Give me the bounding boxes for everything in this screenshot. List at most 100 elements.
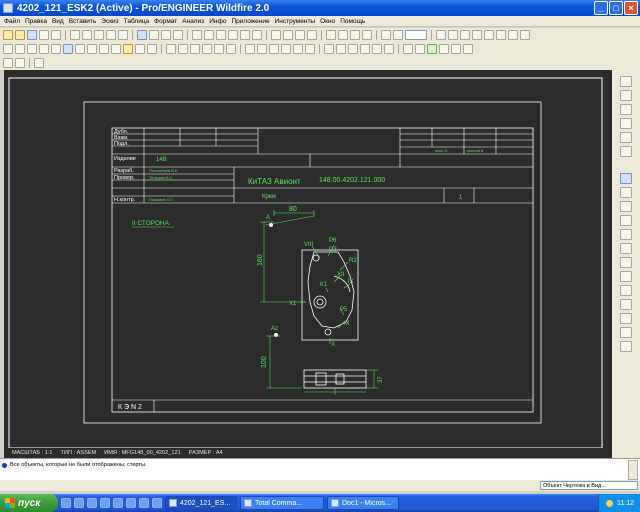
move-icon[interactable] — [15, 44, 25, 54]
balloon-icon[interactable] — [520, 30, 530, 40]
new-icon[interactable] — [3, 30, 13, 40]
sketch-tool-icon[interactable] — [620, 104, 632, 115]
tray-icon[interactable] — [606, 499, 613, 507]
menu-tools[interactable]: Инструменты — [275, 18, 316, 25]
quicklaunch-desktop-icon[interactable] — [74, 498, 84, 508]
rotate-icon[interactable] — [281, 44, 291, 54]
quicklaunch-media-icon[interactable] — [100, 498, 110, 508]
dimension-icon[interactable] — [484, 30, 494, 40]
spline-tool-icon[interactable] — [620, 229, 632, 240]
menu-sketch[interactable]: Эскиз — [101, 18, 118, 25]
redo-icon[interactable] — [82, 30, 92, 40]
undo-icon[interactable] — [70, 30, 80, 40]
hidden-line-icon[interactable] — [283, 30, 293, 40]
offset-icon[interactable] — [293, 44, 303, 54]
selection-filter[interactable]: Объект Чертежа и Вид... — [540, 481, 638, 490]
help-icon[interactable] — [381, 30, 391, 40]
quicklaunch-app6-icon[interactable] — [126, 498, 136, 508]
draft-tool-icon[interactable] — [620, 327, 632, 338]
layers-icon[interactable] — [252, 30, 262, 40]
cut-icon[interactable] — [94, 30, 104, 40]
section-icon[interactable] — [111, 44, 121, 54]
csys-tool-icon[interactable] — [620, 132, 632, 143]
quicklaunch-app8-icon[interactable] — [152, 498, 162, 508]
datum-axes-icon[interactable] — [338, 30, 348, 40]
arc-icon[interactable] — [190, 44, 200, 54]
hatch-tool-icon[interactable] — [620, 313, 632, 324]
erase-icon[interactable] — [135, 44, 145, 54]
spline-icon[interactable] — [226, 44, 236, 54]
group-icon[interactable] — [39, 44, 49, 54]
export-icon[interactable] — [15, 58, 25, 68]
switch-dims-icon[interactable] — [451, 44, 461, 54]
menu-view[interactable]: Вид — [52, 18, 64, 25]
chamfer-icon[interactable] — [214, 44, 224, 54]
pan-icon[interactable] — [448, 30, 458, 40]
layer-tree-icon[interactable] — [403, 44, 413, 54]
no-hidden-icon[interactable] — [295, 30, 305, 40]
show-annotations-icon[interactable] — [123, 44, 133, 54]
quicklaunch-explorer-icon[interactable] — [87, 498, 97, 508]
select-box-icon[interactable] — [161, 30, 171, 40]
analysis-tool-icon[interactable] — [620, 146, 632, 157]
fillet-icon[interactable] — [202, 44, 212, 54]
mirror-icon[interactable] — [269, 44, 279, 54]
hatch-icon[interactable] — [305, 44, 315, 54]
note-icon[interactable] — [496, 30, 506, 40]
save-icon[interactable] — [27, 30, 37, 40]
menu-format[interactable]: Формат — [154, 18, 177, 25]
axis-icon[interactable] — [372, 44, 382, 54]
lock-view-icon[interactable] — [34, 58, 44, 68]
coordinate-systems-icon[interactable] — [362, 30, 372, 40]
auxiliary-icon[interactable] — [99, 44, 109, 54]
datum-icon[interactable] — [360, 44, 370, 54]
snap-icon[interactable] — [472, 30, 482, 40]
drawing-canvas[interactable]: Дубл. Взам. Подл. Изделие Разраб. Провер… — [4, 70, 612, 458]
datum-axis-tool-icon[interactable] — [620, 90, 632, 101]
view-icon[interactable] — [51, 44, 61, 54]
scale-icon[interactable] — [147, 44, 157, 54]
maximize-button[interactable]: □ — [609, 1, 623, 15]
table-icon[interactable] — [508, 30, 518, 40]
context-help-icon[interactable] — [393, 30, 403, 40]
point-tool-icon[interactable] — [620, 118, 632, 129]
copy-icon[interactable] — [106, 30, 116, 40]
model-tree-icon[interactable] — [415, 44, 425, 54]
quicklaunch-ie-icon[interactable] — [61, 498, 71, 508]
menu-edit[interactable]: Правка — [25, 18, 47, 25]
fillet-tool-icon[interactable] — [620, 271, 632, 282]
line-icon[interactable] — [166, 44, 176, 54]
trim-tool-icon[interactable] — [620, 285, 632, 296]
email-icon[interactable] — [51, 30, 61, 40]
line-tool-icon[interactable] — [620, 187, 632, 198]
print-icon[interactable] — [39, 30, 49, 40]
cosmetic-icon[interactable] — [463, 44, 473, 54]
paste-icon[interactable] — [118, 30, 128, 40]
sheet-setup-icon[interactable] — [3, 44, 13, 54]
task-proengineer[interactable]: 4202_121_ES... — [165, 496, 237, 510]
select-arrow-icon[interactable] — [620, 173, 632, 184]
datum-planes-icon[interactable] — [326, 30, 336, 40]
relations-icon[interactable] — [427, 44, 437, 54]
ordinate-icon[interactable] — [384, 44, 394, 54]
minimize-button[interactable]: _ — [594, 1, 608, 15]
cross-tool-icon[interactable] — [620, 257, 632, 268]
start-button[interactable]: пуск — [0, 494, 58, 512]
gtol-icon[interactable] — [348, 44, 358, 54]
orient-icon[interactable] — [228, 30, 238, 40]
general-view-icon[interactable] — [63, 44, 73, 54]
zoom-out-icon[interactable] — [204, 30, 214, 40]
menu-window[interactable]: Окно — [320, 18, 335, 25]
surface-finish-icon[interactable] — [336, 44, 346, 54]
quicklaunch-app5-icon[interactable] — [113, 498, 123, 508]
arc-tool-icon[interactable] — [620, 215, 632, 226]
zoom-in-icon[interactable] — [192, 30, 202, 40]
copy-item-icon[interactable] — [27, 44, 37, 54]
circle-icon[interactable] — [178, 44, 188, 54]
pencil-tool-icon[interactable] — [620, 341, 632, 352]
detail-icon[interactable] — [87, 44, 97, 54]
refit-icon[interactable] — [216, 30, 226, 40]
menu-help[interactable]: Помощь — [340, 18, 365, 25]
magnify-icon[interactable] — [436, 30, 446, 40]
circle-tool-icon[interactable] — [620, 201, 632, 212]
